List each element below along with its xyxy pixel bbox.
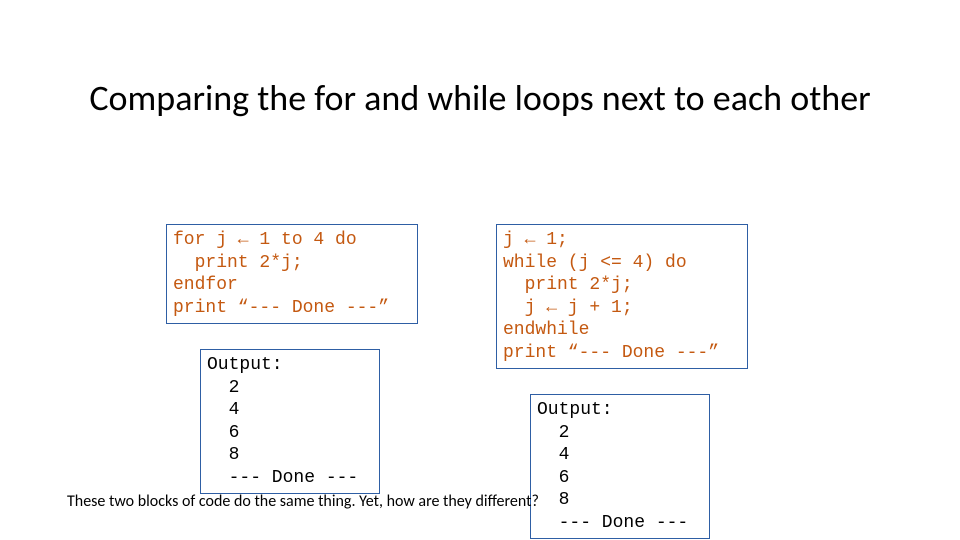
for-loop-code-box: for j ← 1 to 4 do print 2*j; endfor prin… <box>166 224 418 324</box>
while-loop-output-box: Output: 2 4 6 8 --- Done --- <box>530 394 710 539</box>
while-loop-code-box: j ← 1; while (j <= 4) do print 2*j; j ← … <box>496 224 748 369</box>
for-loop-output-box: Output: 2 4 6 8 --- Done --- <box>200 349 380 494</box>
slide: Comparing the for and while loops next t… <box>0 0 960 540</box>
slide-title: Comparing the for and while loops next t… <box>0 78 960 119</box>
caption-text: These two blocks of code do the same thi… <box>67 492 539 512</box>
